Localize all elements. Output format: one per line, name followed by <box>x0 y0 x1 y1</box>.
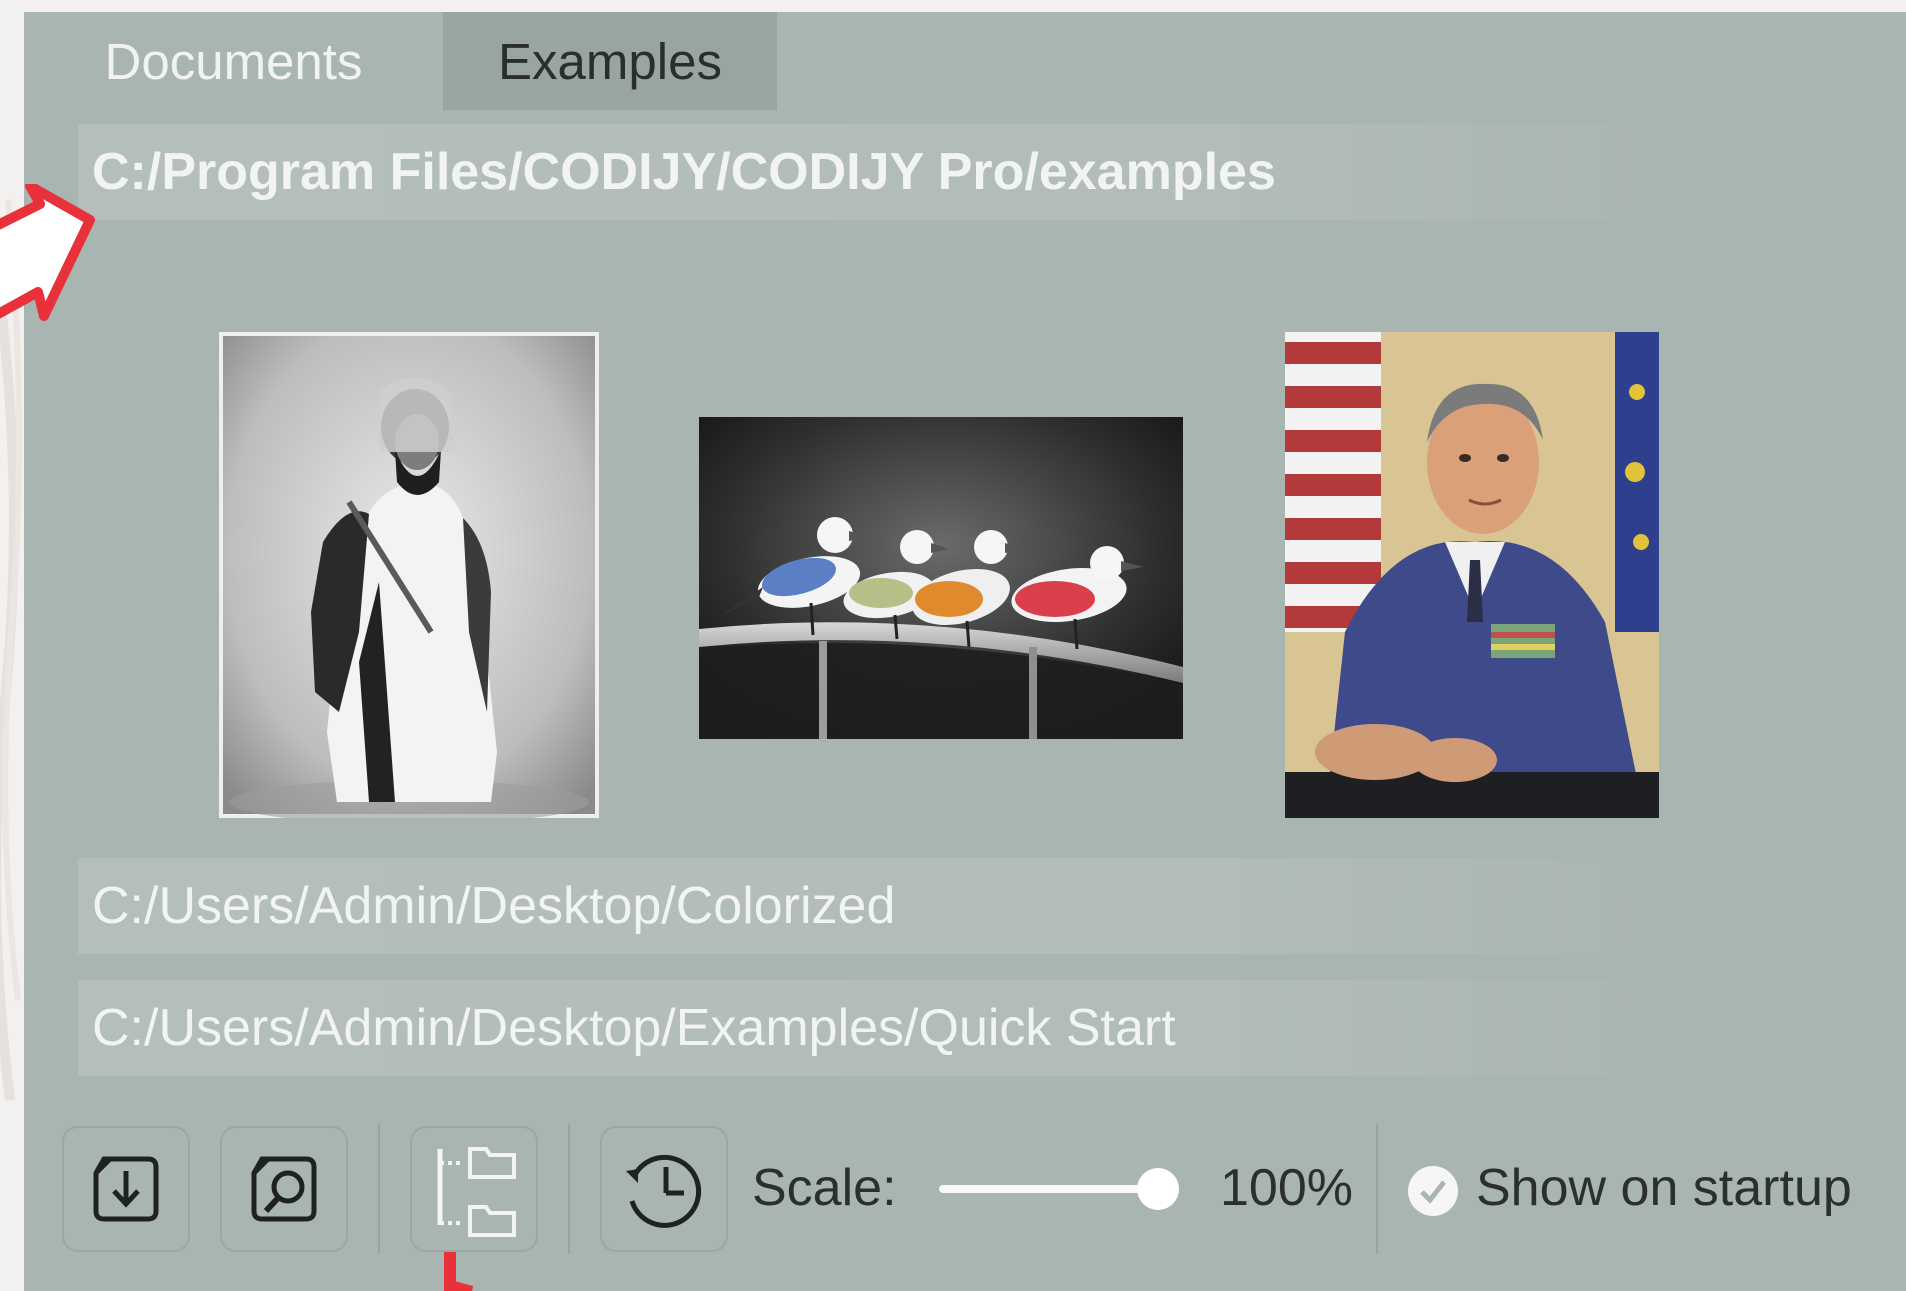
bottom-toolbar: Scale: 100% Show on startup <box>24 1118 1906 1268</box>
tab-documents[interactable]: Documents <box>24 12 443 110</box>
checkmark-icon <box>1420 1180 1446 1204</box>
thumbnail-officer-portrait[interactable] <box>1285 332 1659 818</box>
annotation-pointer-icon <box>444 1252 474 1291</box>
tab-bar: Documents Examples <box>24 12 777 110</box>
history-icon <box>626 1154 702 1228</box>
toolbar-separator <box>378 1124 380 1254</box>
scale-value: 100% <box>1220 1159 1353 1217</box>
examples-path-bar[interactable]: C:/Program Files/CODIJY/CODIJY Pro/examp… <box>78 124 1718 220</box>
tab-examples[interactable]: Examples <box>443 12 777 110</box>
folder-tree-button[interactable] <box>410 1126 538 1252</box>
scale-slider[interactable] <box>939 1168 1179 1210</box>
scale-slider-track <box>939 1185 1163 1193</box>
toolbar-separator <box>568 1124 570 1254</box>
browse-button[interactable] <box>220 1126 348 1252</box>
show-on-startup-label: Show on startup <box>1476 1159 1852 1217</box>
output-path-label: C:/Users/Admin/Desktop/Colorized <box>92 877 896 935</box>
quickstart-path-bar[interactable]: C:/Users/Admin/Desktop/Examples/Quick St… <box>78 980 1718 1076</box>
folder-tree-icon <box>437 1147 516 1237</box>
thumbnail-colorized-birds[interactable] <box>699 417 1183 739</box>
show-on-startup-checkbox[interactable] <box>1408 1166 1458 1216</box>
quickstart-path-label: C:/Users/Admin/Desktop/Examples/Quick St… <box>92 999 1176 1057</box>
import-button[interactable] <box>62 1126 190 1252</box>
annotation-arrow-icon <box>0 184 95 321</box>
thumbnail-bedouin-portrait[interactable] <box>219 332 599 818</box>
scale-slider-handle[interactable] <box>1137 1168 1179 1210</box>
examples-path-label: C:/Program Files/CODIJY/CODIJY Pro/examp… <box>92 143 1276 201</box>
examples-panel: Documents Examples C:/Program Files/CODI… <box>24 12 1906 1291</box>
browse-icon <box>251 1156 317 1222</box>
history-button[interactable] <box>600 1126 728 1252</box>
import-icon <box>93 1156 159 1222</box>
scale-label: Scale: <box>752 1159 897 1217</box>
toolbar-separator <box>1376 1124 1378 1254</box>
output-path-bar[interactable]: C:/Users/Admin/Desktop/Colorized <box>78 858 1718 954</box>
